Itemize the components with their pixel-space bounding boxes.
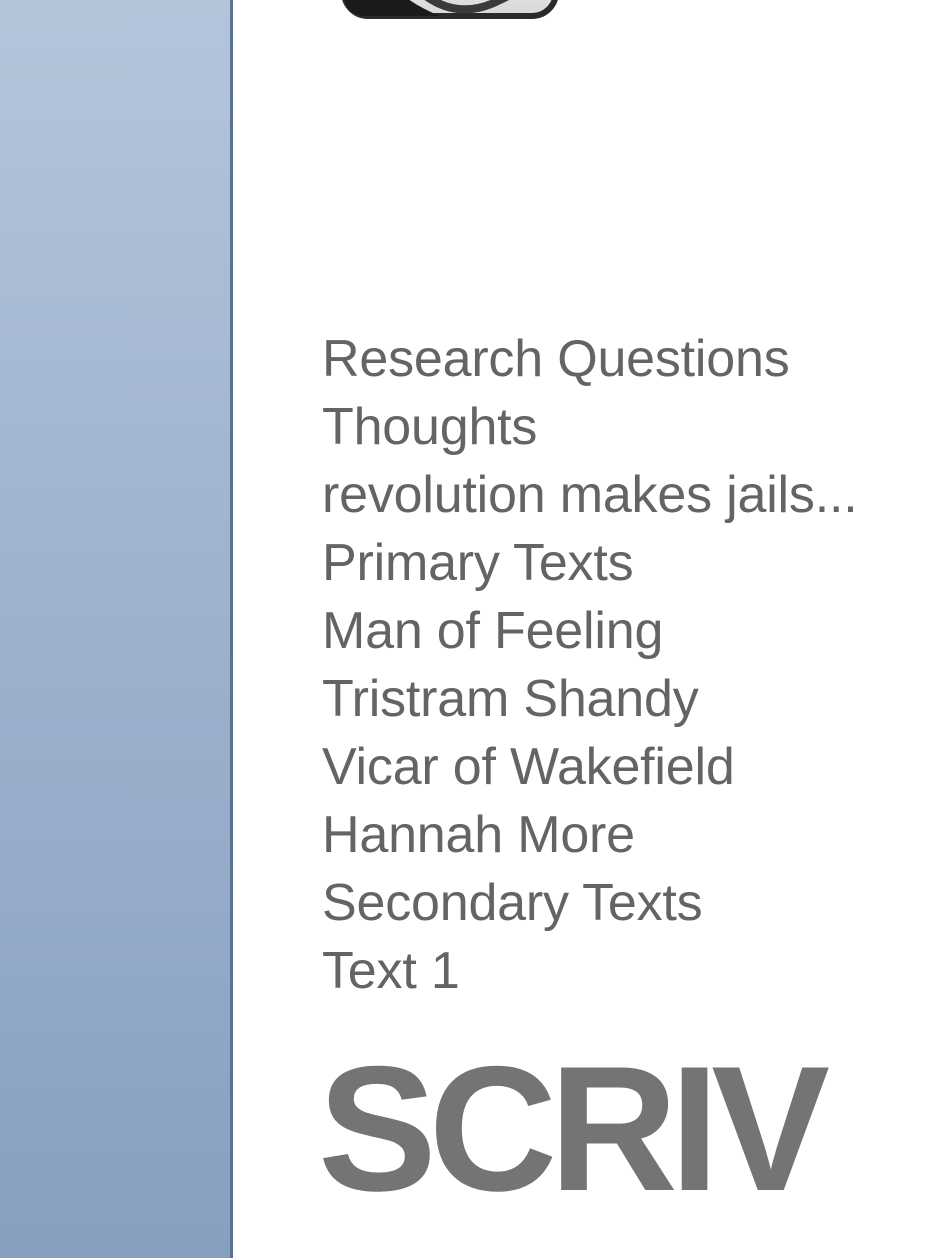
binder-item-secondary-texts[interactable]: Secondary Texts [322, 869, 857, 937]
binder-item-thoughts[interactable]: Thoughts [322, 393, 857, 461]
sidebar-panel [0, 0, 230, 1258]
binder-item-research-questions[interactable]: Research Questions [322, 325, 857, 393]
binder-item-vicar-of-wakefield[interactable]: Vicar of Wakefield [322, 733, 857, 801]
sidebar-divider[interactable] [230, 0, 233, 1258]
binder-item-tristram-shandy[interactable]: Tristram Shandy [322, 665, 857, 733]
binder-item-revolution-makes-jails[interactable]: revolution makes jails... [322, 461, 858, 529]
binder-item-text-1[interactable]: Text 1 [322, 937, 857, 1005]
binder-item-hannah-more[interactable]: Hannah More [322, 801, 857, 869]
binder-item-man-of-feeling[interactable]: Man of Feeling [322, 597, 857, 665]
brand-wordmark: SCRIV [318, 1029, 830, 1228]
binder-list: Research Questions Thoughts revolution m… [322, 325, 858, 1005]
scrivener-app-icon [342, 0, 558, 19]
binder-item-primary-texts[interactable]: Primary Texts [322, 529, 857, 597]
